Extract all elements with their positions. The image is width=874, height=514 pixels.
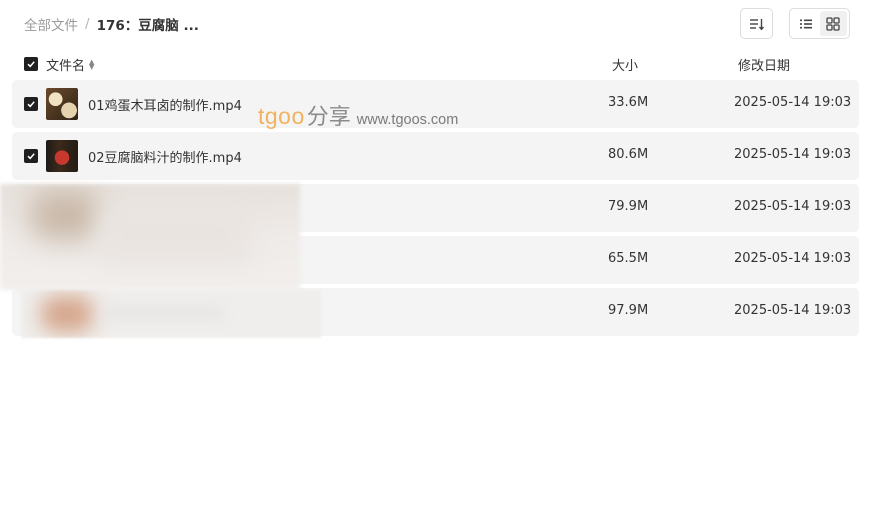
breadcrumb-current: 176：豆腐脑 ... <box>96 18 199 34</box>
select-all-checkbox[interactable] <box>24 57 38 71</box>
check-icon <box>27 153 35 160</box>
file-date: 2025-05-14 19:03 <box>734 199 852 214</box>
sort-toggle-icon[interactable]: ▲ ▼ <box>89 58 94 70</box>
row-checkbox[interactable] <box>24 97 38 111</box>
watermark-share: 分享 <box>306 105 351 130</box>
file-date: 2025-05-14 19:03 <box>734 95 852 110</box>
column-header-name-label: 文件名 <box>46 59 86 74</box>
file-size: 97.9M <box>608 303 649 318</box>
grid-view-button[interactable] <box>819 11 847 36</box>
watermark: tgoo 分享 www.tgoos.com <box>258 99 458 131</box>
file-size: 80.6M <box>608 147 649 162</box>
table-header: 文件名 ▲ ▼ 大小 修改日期 <box>12 52 859 76</box>
watermark-brand: tgoo <box>258 103 305 129</box>
file-size: 33.6M <box>608 95 649 110</box>
file-name[interactable]: 01鸡蛋木耳卤的制作.mp4 <box>88 95 242 114</box>
column-header-date: 修改日期 <box>738 59 791 74</box>
list-view-icon <box>799 19 812 28</box>
file-date: 2025-05-14 19:03 <box>734 303 852 318</box>
blurred-redaction-overlay <box>21 290 321 338</box>
list-view-button[interactable] <box>792 11 820 36</box>
sort-lines-icon <box>749 18 764 30</box>
file-size: 79.9M <box>608 199 649 214</box>
column-header-size: 大小 <box>612 59 639 74</box>
file-name[interactable]: 02豆腐脑料汁的制作.mp4 <box>88 147 242 166</box>
file-size: 65.5M <box>608 251 649 266</box>
breadcrumb-separator: / <box>85 16 90 32</box>
check-icon <box>27 101 35 108</box>
sort-button[interactable] <box>740 8 773 39</box>
video-thumbnail <box>46 140 78 172</box>
grid-view-icon <box>826 16 840 31</box>
breadcrumb: 全部文件 / 176：豆腐脑 ... <box>24 14 199 34</box>
watermark-url: www.tgoos.com <box>356 112 459 128</box>
view-toggle-group <box>789 8 850 39</box>
check-icon <box>27 61 35 68</box>
breadcrumb-root[interactable]: 全部文件 <box>24 14 78 34</box>
file-date: 2025-05-14 19:03 <box>734 147 852 162</box>
column-header-name[interactable]: 文件名 ▲ ▼ <box>46 55 94 74</box>
table-row[interactable]: 02豆腐脑料汁的制作.mp4 80.6M 2025-05-14 19:03 <box>12 132 859 180</box>
video-thumbnail <box>46 88 78 120</box>
blurred-redaction-overlay <box>0 184 300 290</box>
file-date: 2025-05-14 19:03 <box>734 251 852 266</box>
row-checkbox[interactable] <box>24 149 38 163</box>
